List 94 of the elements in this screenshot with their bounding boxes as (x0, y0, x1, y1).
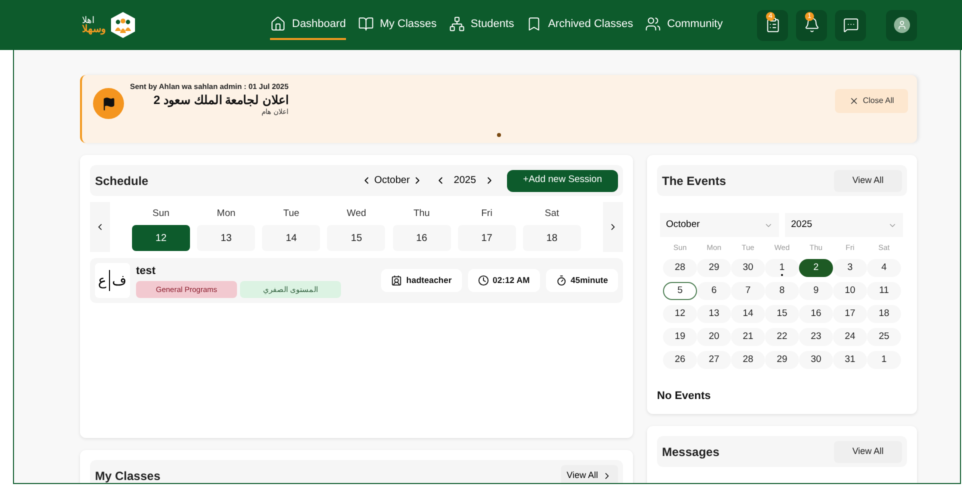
view-all-button[interactable]: View All (560, 464, 618, 483)
info-chip: hadteacher (381, 269, 462, 292)
calendar-day[interactable]: 18 (867, 305, 901, 323)
month-select[interactable]: October (660, 213, 779, 237)
day-button[interactable]: 12 (132, 225, 190, 252)
info-chip: 45minute (546, 269, 618, 292)
calendar-day[interactable]: 16 (799, 305, 833, 323)
users-icon (645, 16, 662, 32)
panel-title: My Classes (95, 468, 160, 483)
chat-icon (842, 17, 858, 33)
nav-link[interactable]: Community (645, 10, 723, 40)
calendar-day[interactable]: 19 (663, 328, 697, 346)
initial-letter: ع (98, 271, 106, 290)
avatar (894, 17, 910, 33)
calendar-day[interactable]: 9 (799, 282, 833, 300)
initial-letter: ف (109, 270, 127, 291)
people-network-icon (448, 16, 465, 32)
calendar-day[interactable]: 30 (799, 351, 833, 369)
bell-icon (804, 17, 820, 33)
announcement-title: اعلان لجامعة الملك سعود 2 (152, 92, 289, 108)
nav-link[interactable]: My Classes (358, 10, 437, 40)
info-chip: 02:12 AM (468, 269, 540, 292)
calendar-day[interactable]: 4 (867, 259, 901, 277)
calendar-day[interactable]: 25 (867, 328, 901, 346)
panel-title: Messages (662, 444, 720, 460)
weekday-label: Tue (283, 207, 300, 221)
close-all-button[interactable]: Close All (834, 89, 908, 113)
logo[interactable]: اهلا وسهلا (82, 11, 136, 39)
weekday-label: Fri (481, 207, 492, 221)
stopwatch-icon (556, 275, 567, 286)
weekday-label: Wed (346, 207, 366, 221)
view-all-button[interactable]: View All (834, 440, 902, 462)
clipboard-icon (764, 17, 780, 33)
year-label: 2025 (454, 174, 476, 188)
calendar-day[interactable]: 6 (697, 282, 731, 300)
nav-link[interactable]: Dashboard (270, 10, 346, 40)
weekday-label: Sat (544, 207, 560, 221)
empty-events-text: No Events (657, 388, 712, 404)
year-select[interactable]: 2025 (785, 213, 903, 237)
session-title: test (136, 264, 157, 279)
close-icon (848, 96, 859, 106)
calendar-day[interactable]: 1 (867, 351, 901, 369)
panel-title: Schedule (95, 172, 148, 190)
calendar-day[interactable]: 3 (833, 259, 867, 277)
calendar-day[interactable]: 23 (799, 328, 833, 346)
calendar-day[interactable]: 29 (765, 351, 799, 369)
calendar-day[interactable]: 8 (765, 282, 799, 300)
calendar-day[interactable]: 13 (697, 305, 731, 323)
calendar-day[interactable]: 28 (663, 259, 697, 277)
people-hexagon-icon (110, 11, 136, 39)
calendar-day[interactable]: 31 (833, 351, 867, 369)
calendar-day[interactable]: 15 (765, 305, 799, 323)
header-icon-button[interactable] (886, 10, 917, 40)
weekday-label: Sun (152, 207, 170, 221)
calendar-day[interactable]: 5 (663, 282, 697, 300)
nav-link[interactable]: Archived Classes (526, 10, 634, 40)
day-button[interactable]: 17 (458, 225, 516, 252)
day-button[interactable]: 18 (522, 225, 581, 252)
clock-icon (478, 275, 489, 286)
logo-text: اهلا (82, 16, 95, 24)
logo-text: وسهلا (82, 24, 106, 34)
day-button[interactable]: 14 (262, 225, 320, 252)
calendar-day[interactable]: 29 (697, 259, 731, 277)
calendar-day[interactable]: 1 (765, 259, 799, 277)
calendar-day[interactable]: 17 (833, 305, 867, 323)
calendar-day[interactable]: 24 (833, 328, 867, 346)
calendar-day[interactable]: 12 (663, 305, 697, 323)
book-icon (358, 16, 374, 32)
day-button[interactable]: 15 (327, 225, 386, 252)
calendar-day[interactable]: 20 (697, 328, 731, 346)
month-label: October (374, 174, 410, 188)
calendar-day[interactable]: 26 (663, 351, 697, 369)
calendar-day[interactable]: 27 (697, 351, 731, 369)
calendar-day[interactable]: 11 (867, 282, 901, 300)
flag-icon (102, 96, 116, 110)
header-icon-button[interactable] (835, 10, 866, 40)
id-badge-icon (391, 275, 402, 286)
weekday-label: Mon (216, 207, 236, 221)
day-button[interactable]: 13 (197, 225, 256, 252)
house-icon (270, 16, 286, 32)
calendar-day[interactable]: 28 (731, 351, 765, 369)
panel-title: The Events (662, 172, 726, 190)
calendar-day[interactable]: 2 (799, 259, 833, 277)
add-session-button[interactable]: +Add new Session (507, 170, 618, 192)
calendar-day[interactable]: 21 (731, 328, 765, 346)
weekday-label: Thu (413, 207, 430, 221)
view-all-button[interactable]: View All (834, 170, 902, 192)
day-button[interactable]: 16 (392, 225, 451, 252)
calendar-day[interactable]: 10 (833, 282, 867, 300)
calendar-day[interactable]: 30 (731, 259, 765, 277)
calendar-day[interactable]: 14 (731, 305, 765, 323)
calendar-day[interactable]: 22 (765, 328, 799, 346)
nav-link[interactable]: Students (448, 10, 514, 40)
calendar-day[interactable]: 7 (731, 282, 765, 300)
